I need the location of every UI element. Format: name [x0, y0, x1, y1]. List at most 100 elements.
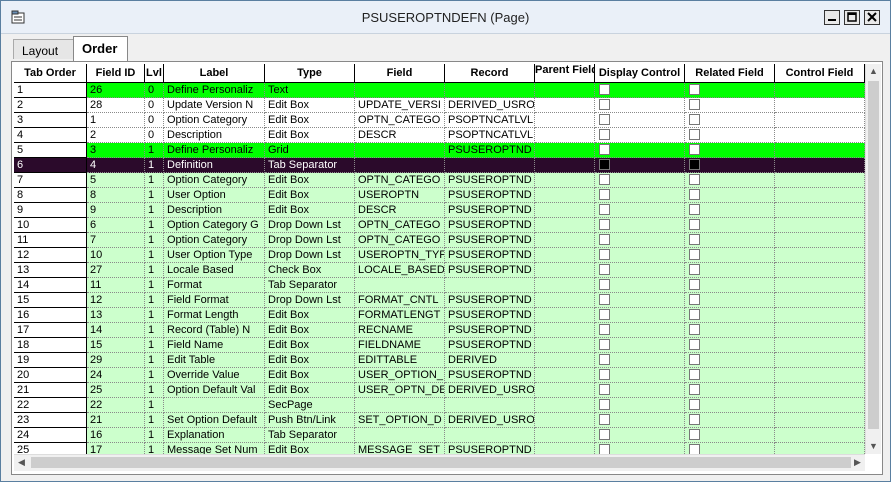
related-field-checkbox[interactable]	[689, 159, 700, 170]
related-field-checkbox[interactable]	[689, 84, 700, 95]
column-header[interactable]: Field	[355, 64, 445, 82]
column-header[interactable]: Control Field	[775, 64, 865, 82]
display-control-checkbox[interactable]	[599, 84, 610, 95]
table-row[interactable]: 11 7 1 Option Category Drop Down Lst OPTN_CAT…	[14, 233, 865, 248]
column-header[interactable]: Tab Order	[14, 64, 87, 82]
scroll-left-icon[interactable]: ◀	[14, 455, 29, 470]
related-field-checkbox[interactable]	[689, 429, 700, 440]
related-field-checkbox[interactable]	[689, 234, 700, 245]
table-row[interactable]: 13 27 1 Locale Based Check Box LOCALE_BASED PS…	[14, 263, 865, 278]
table-row[interactable]: 14 11 1 Format Tab Separator	[14, 278, 865, 293]
display-control-checkbox[interactable]	[599, 324, 610, 335]
column-header[interactable]: Type	[265, 64, 355, 82]
table-row[interactable]: 10 6 1 Option Category G Drop Down Lst OPTN_C…	[14, 218, 865, 233]
related-field-checkbox[interactable]	[689, 309, 700, 320]
display-control-checkbox[interactable]	[599, 294, 610, 305]
column-header[interactable]: Record	[445, 64, 535, 82]
display-control-checkbox[interactable]	[599, 444, 610, 454]
related-field-checkbox[interactable]	[689, 129, 700, 140]
related-field-checkbox[interactable]	[689, 414, 700, 425]
related-field-checkbox[interactable]	[689, 444, 700, 454]
display-control-checkbox[interactable]	[599, 339, 610, 350]
related-field-checkbox[interactable]	[689, 324, 700, 335]
display-control-checkbox[interactable]	[599, 219, 610, 230]
vertical-scrollbar[interactable]: ▲ ▼	[865, 64, 881, 454]
tab-order[interactable]: Order	[73, 36, 128, 62]
display-control-checkbox[interactable]	[599, 264, 610, 275]
scroll-right-icon[interactable]: ▶	[850, 455, 865, 470]
display-control-checkbox[interactable]	[599, 204, 610, 215]
table-row[interactable]: 19 29 1 Edit Table Edit Box EDITTABLE DERIVED	[14, 353, 865, 368]
horizontal-scrollbar[interactable]: ◀ ▶	[14, 454, 865, 471]
related-field-checkbox[interactable]	[689, 219, 700, 230]
related-field-checkbox[interactable]	[689, 99, 700, 110]
table-row[interactable]: 18 15 1 Field Name Edit Box FIELDNAME PSUSEROP…	[14, 338, 865, 353]
related-field-checkbox[interactable]	[689, 189, 700, 200]
table-row[interactable]: 17 14 1 Record (Table) N Edit Box RECNAME PSUS…	[14, 323, 865, 338]
display-control-checkbox[interactable]	[599, 354, 610, 365]
display-control-checkbox[interactable]	[599, 249, 610, 260]
scroll-up-icon[interactable]: ▲	[866, 64, 881, 79]
display-control-checkbox[interactable]	[599, 369, 610, 380]
related-field-checkbox[interactable]	[689, 249, 700, 260]
display-control-checkbox[interactable]	[599, 234, 610, 245]
table-row[interactable]: 5 3 1 Define Personaliz Grid PSUSEROPTND	[14, 143, 865, 158]
related-field-checkbox[interactable]	[689, 384, 700, 395]
display-control-checkbox[interactable]	[599, 414, 610, 425]
display-control-checkbox[interactable]	[599, 99, 610, 110]
table-row[interactable]: 23 21 1 Set Option Default Push Btn/Link SET_…	[14, 413, 865, 428]
display-control-checkbox[interactable]	[599, 129, 610, 140]
related-field-checkbox[interactable]	[689, 399, 700, 410]
table-row[interactable]: 22 22 1 SecPage	[14, 398, 865, 413]
table-row[interactable]: 3 1 0 Option Category Edit Box OPTN_CATEGO PSO…	[14, 113, 865, 128]
display-control-checkbox[interactable]	[599, 114, 610, 125]
table-row[interactable]: 4 2 0 Description Edit Box DESCR PSOPTNCATLVL	[14, 128, 865, 143]
display-control-checkbox[interactable]	[599, 159, 610, 170]
cell-ctrl	[775, 263, 865, 278]
display-control-checkbox[interactable]	[599, 429, 610, 440]
related-field-checkbox[interactable]	[689, 279, 700, 290]
related-field-checkbox[interactable]	[689, 264, 700, 275]
related-field-checkbox[interactable]	[689, 294, 700, 305]
column-header[interactable]: Field ID	[87, 64, 145, 82]
table-row[interactable]: 2 28 0 Update Version N Edit Box UPDATE_VERSI…	[14, 98, 865, 113]
horizontal-scroll-thumb[interactable]	[31, 457, 851, 468]
display-control-checkbox[interactable]	[599, 144, 610, 155]
scroll-down-icon[interactable]: ▼	[866, 439, 881, 454]
table-row[interactable]: 9 9 1 Description Edit Box DESCR PSUSEROPTND	[14, 203, 865, 218]
maximize-button[interactable]	[844, 10, 860, 25]
related-field-checkbox[interactable]	[689, 204, 700, 215]
display-control-checkbox[interactable]	[599, 174, 610, 185]
table-row[interactable]: 1 26 0 Define Personaliz Text	[14, 83, 865, 98]
display-control-checkbox[interactable]	[599, 189, 610, 200]
table-row[interactable]: 12 10 1 User Option Type Drop Down Lst USEROP…	[14, 248, 865, 263]
related-field-checkbox[interactable]	[689, 369, 700, 380]
vertical-scroll-thumb[interactable]	[868, 81, 879, 429]
related-field-checkbox[interactable]	[689, 339, 700, 350]
table-row[interactable]: 6 4 1 Definition Tab Separator	[14, 158, 865, 173]
display-control-checkbox[interactable]	[599, 309, 610, 320]
column-header[interactable]: Parent Field ID	[535, 64, 595, 82]
table-row[interactable]: 7 5 1 Option Category Edit Box OPTN_CATEGO PSU…	[14, 173, 865, 188]
related-field-checkbox[interactable]	[689, 354, 700, 365]
column-header[interactable]: Lvl	[145, 64, 164, 82]
minimize-button[interactable]	[824, 10, 840, 25]
table-row[interactable]: 24 16 1 Explanation Tab Separator	[14, 428, 865, 443]
table-row[interactable]: 8 8 1 User Option Edit Box USEROPTN PSUSEROPTN…	[14, 188, 865, 203]
related-field-checkbox[interactable]	[689, 144, 700, 155]
column-header[interactable]: Label	[164, 64, 265, 82]
table-row[interactable]: 16 13 1 Format Length Edit Box FORMATLENGT PSU…	[14, 308, 865, 323]
display-control-checkbox[interactable]	[599, 399, 610, 410]
table-row[interactable]: 20 24 1 Override Value Edit Box USER_OPTION_ P…	[14, 368, 865, 383]
display-control-checkbox[interactable]	[599, 279, 610, 290]
table-row[interactable]: 15 12 1 Field Format Drop Down Lst FORMAT_CNT…	[14, 293, 865, 308]
column-header[interactable]: Display Control	[595, 64, 685, 82]
related-field-checkbox[interactable]	[689, 174, 700, 185]
related-field-checkbox[interactable]	[689, 114, 700, 125]
column-header[interactable]: Related Field	[685, 64, 775, 82]
close-button[interactable]	[864, 10, 880, 25]
display-control-checkbox[interactable]	[599, 384, 610, 395]
table-row[interactable]: 25 17 1 Message Set Num Edit Box MESSAGE_SET_…	[14, 443, 865, 454]
tab-layout[interactable]: Layout	[13, 39, 75, 59]
table-row[interactable]: 21 25 1 Option Default Val Edit Box USER_OPTN…	[14, 383, 865, 398]
